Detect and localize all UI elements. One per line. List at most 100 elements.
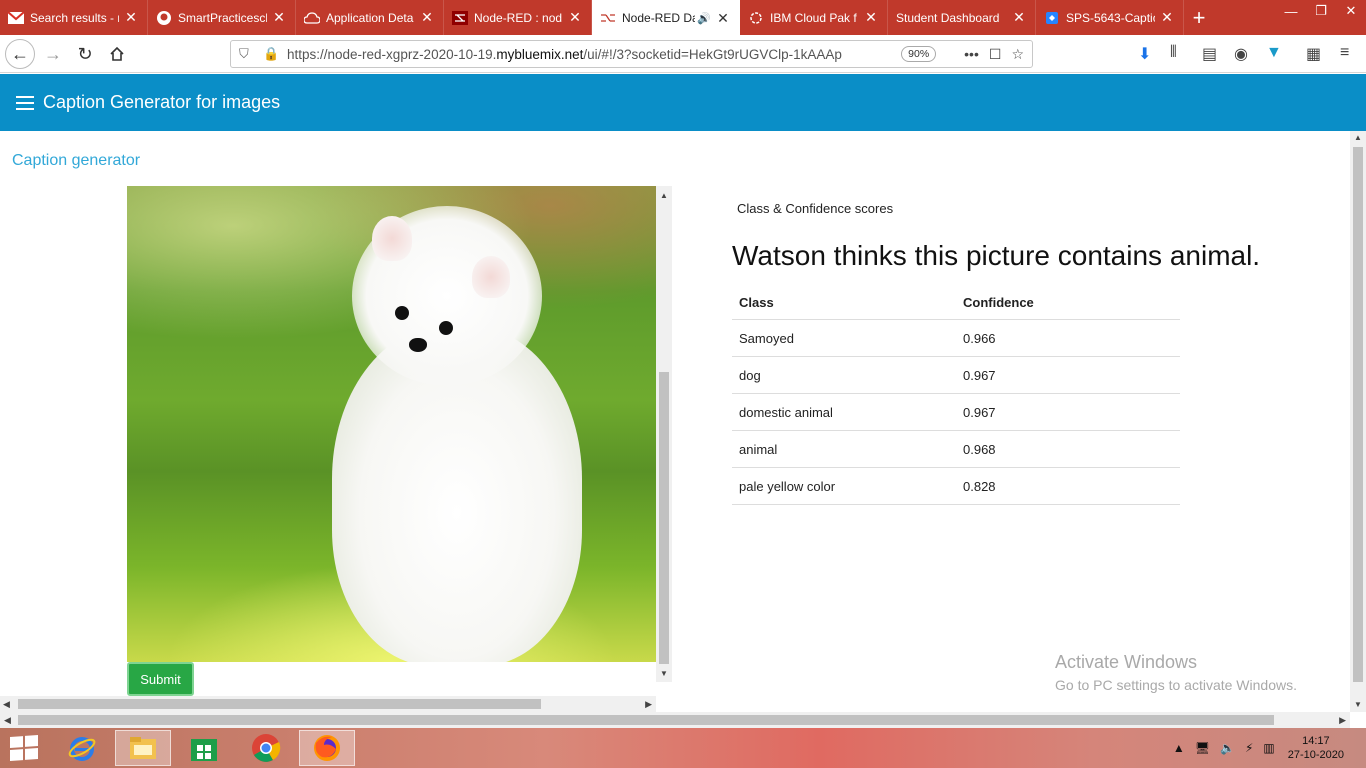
scroll-left-icon[interactable]: ◀ [4,712,11,728]
volume-icon[interactable]: 🔈 [1220,741,1235,755]
restore-icon[interactable]: ❐ [1306,0,1336,22]
tab-node-red-node[interactable]: Node-RED : nod ✕ [444,0,592,35]
sidebar-icon[interactable]: ▤ [1202,44,1217,64]
confidence-cell: 0.828 [956,467,1180,505]
window-controls: — ❐ ✕ [1276,0,1366,22]
app-header: Caption Generator for images [0,74,1366,131]
pocket-icon[interactable]: ☐ [989,46,1002,63]
tab-ibm-cloud-pak[interactable]: IBM Cloud Pak f ✕ [740,0,888,35]
extensions-grid-icon[interactable]: ▦ [1306,44,1321,64]
scroll-up-icon[interactable]: ▲ [1350,131,1366,145]
close-icon[interactable]: ✕ [567,9,583,26]
close-icon[interactable]: ✕ [419,9,435,26]
scroll-right-icon[interactable]: ▶ [645,696,652,712]
tab-title: Search results - n [30,10,119,25]
scroll-down-icon[interactable]: ▼ [656,664,672,682]
close-window-icon[interactable]: ✕ [1336,0,1366,22]
tab-title: SmartPracticesch [178,10,267,25]
image-horizontal-scrollbar[interactable]: ◀ ▶ [0,696,656,712]
watermark-subtitle: Go to PC settings to activate Windows. [1055,677,1297,693]
url-text[interactable]: https://node-red-xgprz-2020-10-19.myblue… [287,47,901,62]
tab-node-red-dashboard[interactable]: Node-RED Da 🔊 ✕ [592,0,740,36]
class-cell: Samoyed [732,319,956,357]
firefox-icon[interactable] [299,730,355,766]
ibm-icon [748,10,764,26]
scroll-down-icon[interactable]: ▼ [1350,698,1366,712]
page-vertical-scrollbar[interactable]: ▲ ▼ [1350,131,1366,712]
speaker-icon[interactable]: 🔊 [697,12,711,25]
store-icon[interactable] [176,730,232,766]
tab-sps-caption[interactable]: SPS-5643-Captio ✕ [1036,0,1184,35]
close-icon[interactable]: ✕ [715,10,731,27]
menu-icon[interactable]: ≡ [1340,44,1349,62]
scrollbar-thumb[interactable] [1353,147,1363,682]
scroll-up-icon[interactable]: ▲ [656,186,672,204]
class-cell: domestic animal [732,393,956,431]
new-tab-button[interactable]: + [1184,0,1214,35]
tab-title: Application Deta [326,10,414,25]
watson-result-text: Watson thinks this picture contains anim… [732,240,1261,271]
submit-button[interactable]: Submit [127,662,194,696]
tab-smartpractices[interactable]: SmartPracticesch ✕ [148,0,296,35]
column-header: Class [732,286,956,320]
table-row: Samoyed 0.966 [732,319,1180,357]
forward-button[interactable]: → [38,39,68,69]
more-actions-icon[interactable]: ••• [964,46,979,62]
uploaded-image [127,186,656,662]
gmail-icon [8,10,24,26]
scrollbar-thumb[interactable] [18,715,1274,725]
page-horizontal-scrollbar[interactable]: ◀ ▶ [0,712,1350,728]
zoom-badge[interactable]: 90% [901,46,937,62]
library-icon[interactable]: ⫴ [1170,44,1177,62]
power-icon[interactable]: ⚡ [1245,741,1253,755]
extension-icon[interactable]: ▼ [1266,44,1282,62]
hamburger-menu-icon[interactable] [16,95,34,110]
chrome-icon[interactable] [238,730,294,766]
tab-student-dashboard[interactable]: Student Dashboard ✕ [888,0,1036,35]
results-table: Class Confidence Samoyed 0.966 dog 0.967… [732,286,1180,505]
url-bar[interactable]: ⛉ 🔒 https://node-red-xgprz-2020-10-19.my… [230,40,1033,68]
internet-explorer-icon[interactable] [54,730,110,766]
table-header-row: Class Confidence [732,286,1180,320]
scrollbar-thumb[interactable] [659,372,669,664]
table-row: pale yellow color 0.828 [732,467,1180,505]
reload-button[interactable]: ↻ [70,39,100,69]
scroll-right-icon[interactable]: ▶ [1339,712,1346,728]
browser-tab-strip: Search results - n ✕ SmartPracticesch ✕ … [0,0,1366,36]
activate-windows-watermark: Activate Windows Go to PC settings to ac… [1055,652,1297,693]
chevron-up-icon[interactable]: ▲ [1173,741,1185,755]
tab-application-details[interactable]: Application Deta ✕ [296,0,444,35]
image-frame: ▲ ▼ Submit [127,186,672,698]
home-button[interactable] [102,39,132,69]
close-icon[interactable]: ✕ [863,9,879,26]
browser-nav-bar: ← → ↻ ⛉ 🔒 https://node-red-xgprz-2020-10… [0,35,1366,73]
group-title: Caption generator [12,152,141,169]
network-icon[interactable]: ▥ [1263,741,1274,755]
image-vertical-scrollbar[interactable]: ▲ ▼ [656,186,672,682]
minimize-icon[interactable]: — [1276,0,1306,22]
account-icon[interactable]: ◉ [1234,44,1248,64]
windows-start-icon[interactable] [10,735,38,761]
cloud-icon [304,10,320,26]
clock-date: 27-10-2020 [1287,749,1344,761]
back-button[interactable]: ← [5,39,35,69]
scrollbar-thumb[interactable] [18,699,541,709]
clock[interactable]: 14:17 27-10-2020 [1288,734,1344,762]
lock-icon[interactable]: 🔒 [263,46,281,62]
tab-title: Node-RED : nod [474,10,563,25]
class-cell: animal [732,430,956,468]
close-icon[interactable]: ✕ [1159,9,1175,26]
close-icon[interactable]: ✕ [271,9,287,26]
tab-search-results[interactable]: Search results - n ✕ [0,0,148,35]
table-row: dog 0.967 [732,356,1180,394]
scroll-left-icon[interactable]: ◀ [3,696,10,712]
close-icon[interactable]: ✕ [1011,9,1027,26]
close-icon[interactable]: ✕ [123,9,139,26]
clock-time: 14:17 [1302,735,1330,747]
notification-icon[interactable]: 🖥 [1195,741,1210,755]
shield-icon[interactable]: ⛉ [239,46,257,62]
watermark-title: Activate Windows [1055,652,1198,672]
download-icon[interactable]: ⬇ [1138,44,1151,64]
star-icon[interactable]: ☆ [1011,46,1024,63]
file-explorer-icon[interactable] [115,730,171,766]
